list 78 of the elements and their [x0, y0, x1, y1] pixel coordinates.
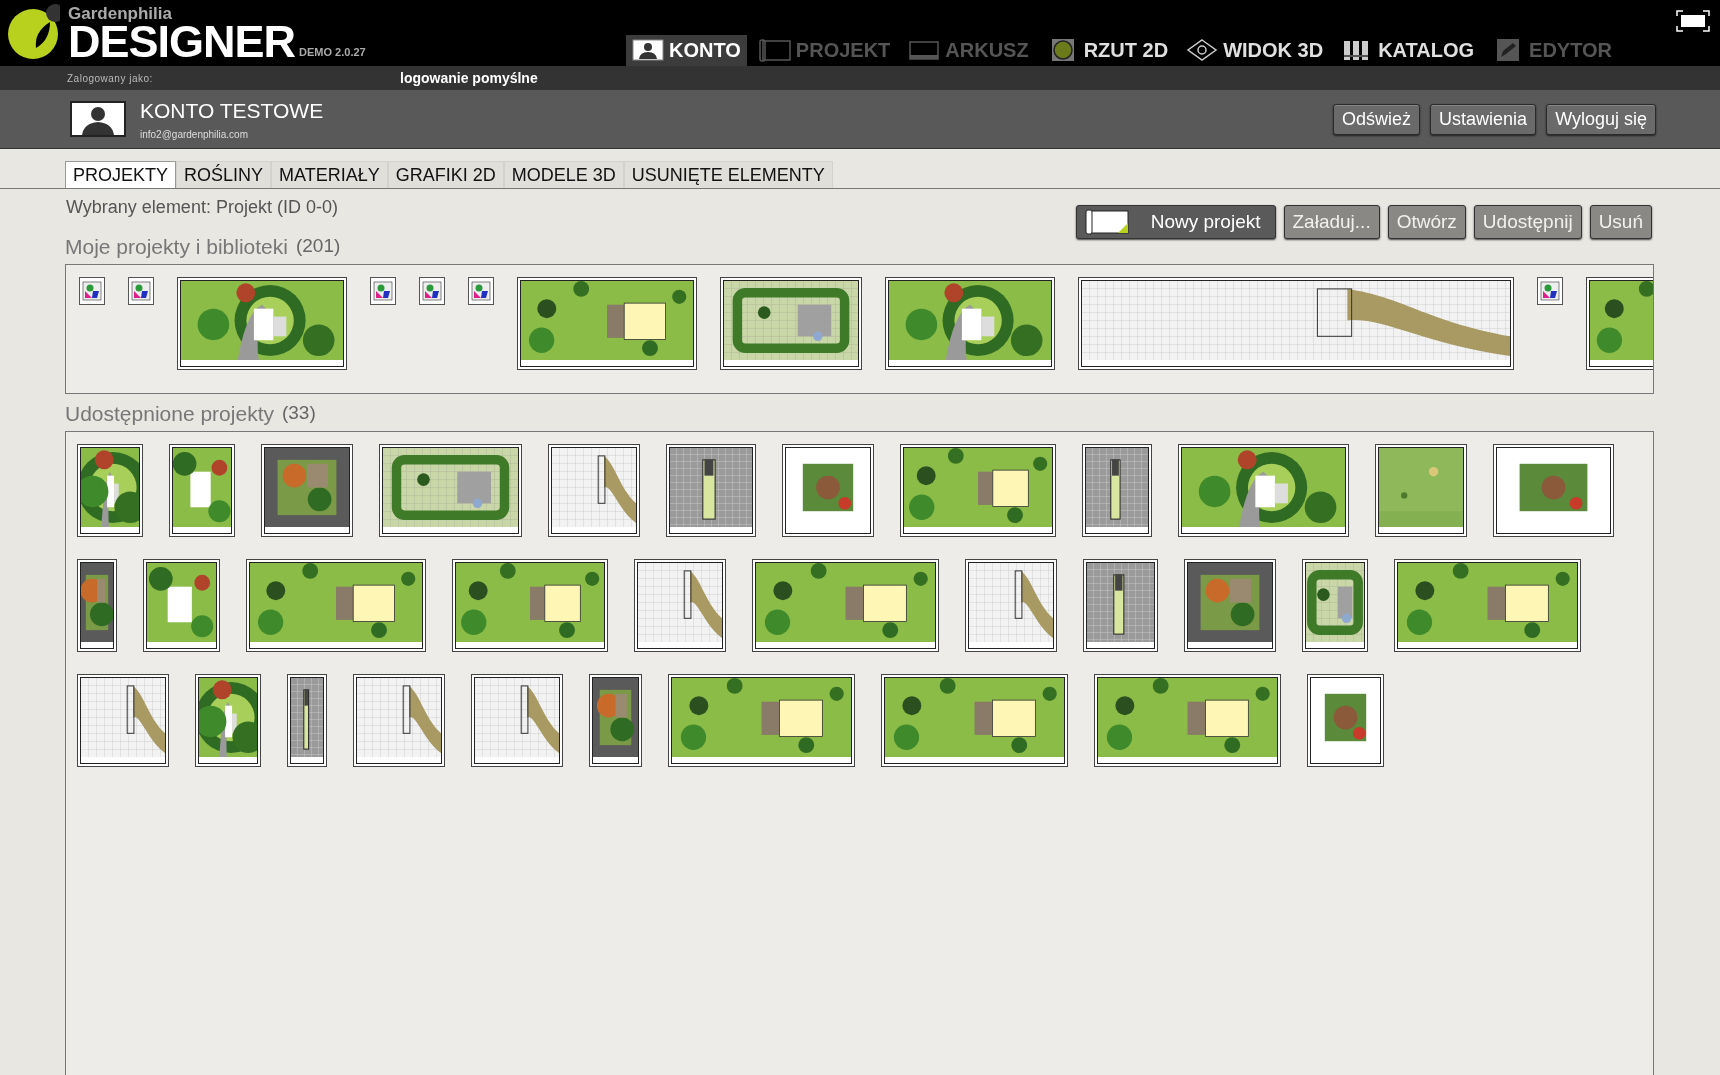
project-thumbnail[interactable]: [287, 674, 327, 767]
project-thumbnail[interactable]: [471, 674, 563, 767]
status-message: logowanie pomyślne: [400, 70, 538, 86]
project-thumbnail[interactable]: [589, 674, 642, 767]
project-thumbnail[interactable]: [1302, 559, 1368, 652]
paper-roll-icon: [758, 38, 791, 62]
project-thumbnail[interactable]: [1178, 444, 1349, 537]
project-thumbnail[interactable]: [195, 674, 261, 767]
avatar-icon: [70, 101, 126, 137]
project-thumbnail[interactable]: [881, 674, 1068, 767]
nav-tab[interactable]: KATALOG: [1335, 35, 1481, 66]
library-icon[interactable]: [79, 277, 105, 305]
project-thumbnail[interactable]: [548, 444, 640, 537]
logged-in-label: Zalogowany jako:: [66, 72, 154, 84]
leaf-logo-icon: [6, 4, 60, 60]
project-thumbnail[interactable]: [452, 559, 608, 652]
project-thumbnail[interactable]: [143, 559, 220, 652]
brand-name: Gardenphilia: [68, 6, 173, 22]
project-thumbnail[interactable]: [261, 444, 353, 537]
project-count: (201): [295, 235, 341, 258]
eye-diamond-icon: [1186, 38, 1219, 62]
category-tab[interactable]: MODELE 3D: [503, 161, 624, 188]
project-thumbnail[interactable]: [668, 674, 855, 767]
library-icon[interactable]: [128, 277, 154, 305]
section-title: Moje projekty i biblioteki: [65, 235, 288, 259]
library-icon[interactable]: [419, 277, 445, 305]
category-tab[interactable]: MATERIAŁY: [271, 161, 388, 188]
account-button[interactable]: Odśwież: [1333, 103, 1421, 135]
sheet-icon: [908, 38, 941, 62]
project-thumbnail[interactable]: [634, 559, 726, 652]
project-thumbnail[interactable]: [900, 444, 1056, 537]
project-thumbnail[interactable]: [1184, 559, 1276, 652]
project-thumbnail[interactable]: [720, 277, 862, 370]
project-thumbnail[interactable]: [77, 444, 143, 537]
project-thumbnail[interactable]: [169, 444, 235, 537]
nav-tab[interactable]: KONTO: [626, 35, 747, 66]
project-thumbnail[interactable]: [517, 277, 697, 370]
project-thumbnail[interactable]: [1307, 674, 1384, 767]
project-thumbnail[interactable]: [353, 674, 445, 767]
project-thumbnail[interactable]: [379, 444, 522, 537]
project-thumbnail[interactable]: [1094, 674, 1281, 767]
section-title: Udostępnione projekty: [65, 402, 274, 426]
project-thumbnail[interactable]: [1493, 444, 1614, 537]
category-tab[interactable]: GRAFIKI 2D: [387, 161, 504, 188]
project-thumbnail[interactable]: [1078, 277, 1514, 370]
account-button[interactable]: Wyloguj się: [1546, 103, 1656, 135]
project-action-button[interactable]: Nowy projekt: [1075, 205, 1276, 239]
account-email: info2@gardenphilia.com: [140, 128, 249, 140]
new-sheet-icon: [1084, 209, 1129, 235]
project-thumbnail[interactable]: [1375, 444, 1467, 537]
project-thumbnail[interactable]: [77, 674, 169, 767]
library-icon[interactable]: [1537, 277, 1563, 305]
project-thumbnail[interactable]: [1083, 559, 1158, 652]
project-thumbnail[interactable]: [177, 277, 347, 370]
project-thumbnail[interactable]: [965, 559, 1057, 652]
project-thumbnail[interactable]: [885, 277, 1055, 370]
category-tab[interactable]: USUNIĘTE ELEMENTY: [623, 161, 833, 188]
account-name: KONTO TESTOWE: [140, 98, 325, 123]
project-thumbnail[interactable]: [1082, 444, 1152, 537]
library-icon[interactable]: [468, 277, 494, 305]
selected-element-label: Wybrany element: Projekt (ID 0-0): [66, 197, 339, 219]
project-count: (33): [281, 402, 316, 425]
category-tab[interactable]: ROŚLINY: [176, 161, 272, 188]
product-name: DESIGNER: [68, 22, 296, 62]
project-thumbnail[interactable]: [77, 559, 117, 652]
fullscreen-icon[interactable]: [1676, 10, 1710, 32]
project-thumbnail[interactable]: [666, 444, 756, 537]
account-button[interactable]: Ustawienia: [1430, 103, 1537, 135]
person-icon: [632, 38, 664, 62]
library-icon[interactable]: [370, 277, 396, 305]
project-thumbnail[interactable]: [1394, 559, 1581, 652]
nav-tab[interactable]: RZUT 2D: [1040, 35, 1175, 66]
project-thumbnail[interactable]: [782, 444, 874, 537]
project-thumbnail[interactable]: [752, 559, 939, 652]
category-tab[interactable]: PROJEKTY: [65, 161, 177, 188]
version-label: DEMO 2.0.27: [299, 46, 366, 58]
nav-tab[interactable]: WIDOK 3D: [1180, 35, 1330, 66]
project-thumbnail[interactable]: [246, 559, 426, 652]
